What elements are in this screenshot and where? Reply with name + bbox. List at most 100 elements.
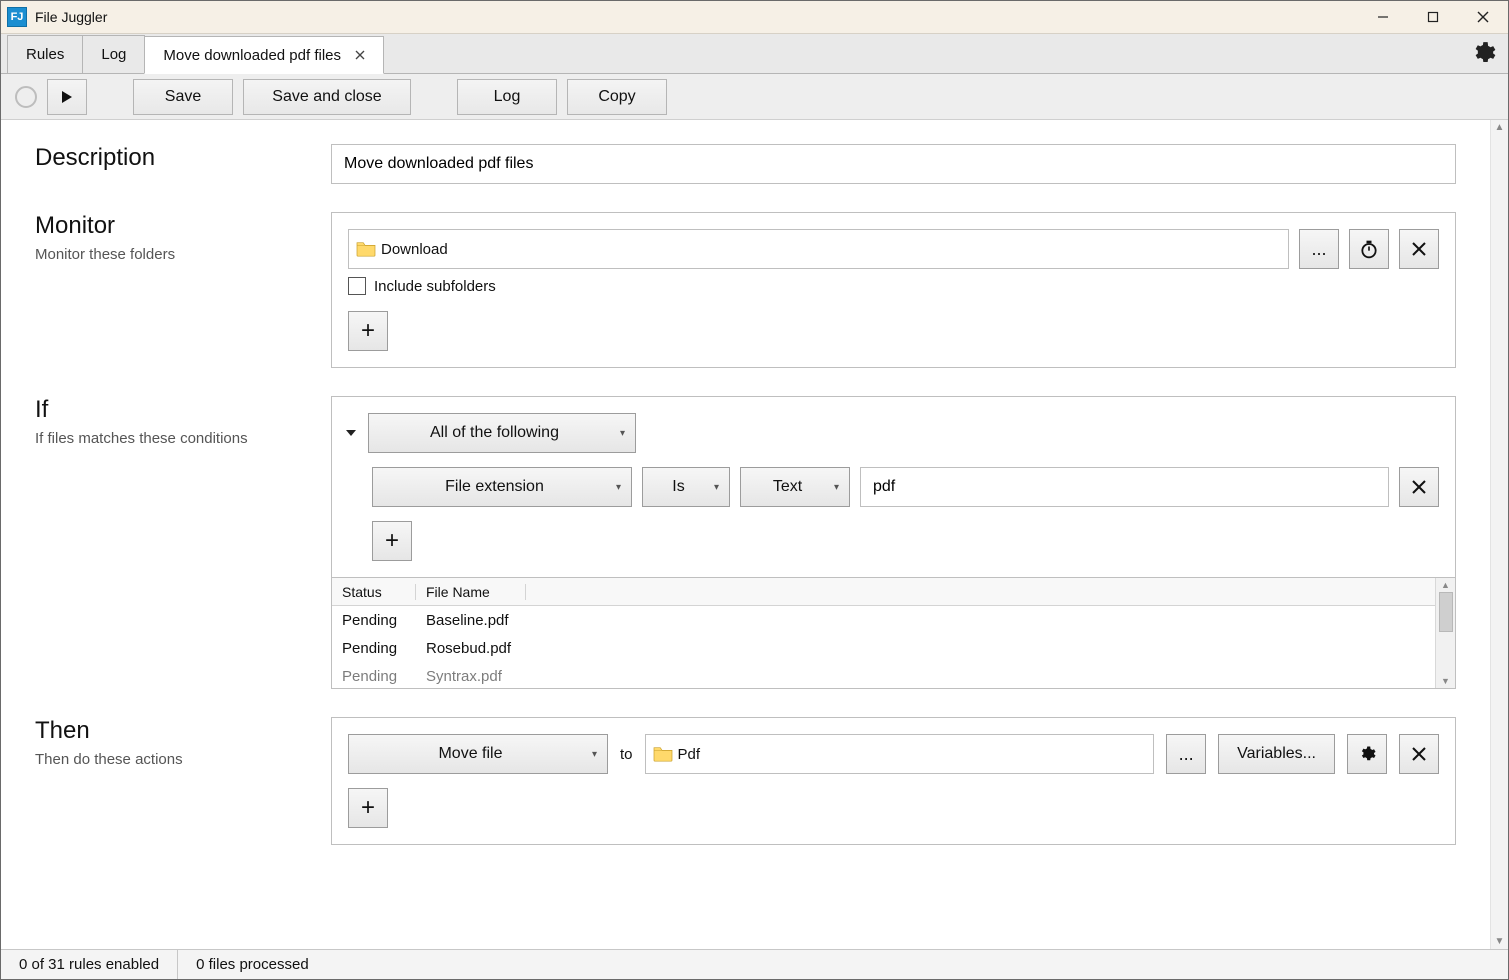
condition-op-dropdown[interactable]: Is ▾ [642, 467, 730, 507]
if-heading: If [35, 396, 331, 424]
description-labelcol: Description [35, 144, 331, 184]
match-mode-dropdown[interactable]: All of the following ▾ [368, 413, 636, 453]
stopwatch-icon [1359, 239, 1379, 259]
save-close-button[interactable]: Save and close [243, 79, 411, 115]
then-labelcol: Then Then do these actions [35, 717, 331, 845]
action-settings-button[interactable] [1347, 734, 1387, 774]
content-scrollbar[interactable]: ▲ ▼ [1490, 120, 1508, 949]
if-top-line: All of the following ▾ [348, 413, 1439, 453]
list-item[interactable]: Pending Baseline.pdf [332, 606, 1435, 634]
description-body [331, 144, 1456, 184]
close-icon [1477, 11, 1489, 23]
monitor-heading: Monitor [35, 212, 331, 240]
include-subfolders-label: Include subfolders [374, 278, 496, 295]
close-button[interactable] [1458, 1, 1508, 34]
scroll-up-icon: ▲ [1441, 580, 1450, 590]
destination-input[interactable]: Pdf [645, 734, 1155, 774]
plus-icon: + [361, 796, 375, 820]
status-rules: 0 of 31 rules enabled [1, 950, 178, 979]
content-inner: Description Monitor Monitor these folder… [1, 120, 1490, 949]
section-if: If If files matches these conditions All… [35, 396, 1456, 689]
tab-strip: Rules Log Move downloaded pdf files [1, 34, 1508, 74]
action-add-button[interactable]: + [348, 788, 388, 828]
ellipsis-icon: ... [1179, 744, 1194, 765]
chevron-down-icon: ▾ [834, 482, 839, 493]
close-icon [355, 50, 365, 60]
chevron-down-icon: ▾ [620, 428, 625, 439]
destination-browse-button[interactable]: ... [1166, 734, 1206, 774]
app-window: FJ File Juggler Rules Log Move downloade… [0, 0, 1509, 980]
scroll-thumb[interactable] [1439, 592, 1453, 632]
save-close-label: Save and close [272, 88, 381, 106]
monitor-browse-button[interactable]: ... [1299, 229, 1339, 269]
filename-cell: Baseline.pdf [416, 612, 509, 629]
variables-button[interactable]: Variables... [1218, 734, 1335, 774]
condition-add-button[interactable]: + [372, 521, 412, 561]
monitor-schedule-button[interactable] [1349, 229, 1389, 269]
condition-value-input[interactable] [860, 467, 1389, 507]
scroll-up-icon: ▲ [1493, 120, 1507, 135]
condition-field-label: File extension [383, 478, 606, 496]
action-remove-button[interactable] [1399, 734, 1439, 774]
status-cell: Pending [332, 612, 416, 629]
status-bar: 0 of 31 rules enabled 0 files processed [1, 949, 1508, 979]
include-subfolders-checkbox[interactable] [348, 277, 366, 295]
status-files: 0 files processed [178, 950, 327, 979]
close-icon [1412, 242, 1426, 256]
description-heading: Description [35, 144, 331, 172]
monitor-add-button[interactable]: + [348, 311, 388, 351]
action-dropdown[interactable]: Move file ▾ [348, 734, 608, 774]
close-icon [1412, 480, 1426, 494]
minimize-button[interactable] [1358, 1, 1408, 34]
condition-row: File extension ▾ Is ▾ Text ▾ [372, 467, 1439, 507]
save-button[interactable]: Save [133, 79, 233, 115]
copy-button[interactable]: Copy [567, 79, 667, 115]
if-labelcol: If If files matches these conditions [35, 396, 331, 689]
enable-toggle[interactable] [15, 86, 37, 108]
monitor-folder-input[interactable]: Download [348, 229, 1289, 269]
tab-rules[interactable]: Rules [7, 35, 83, 73]
plus-icon: + [361, 319, 375, 343]
monitor-folder-text: Download [381, 241, 448, 258]
chevron-down-icon: ▾ [616, 482, 621, 493]
condition-remove-button[interactable] [1399, 467, 1439, 507]
match-mode-label: All of the following [379, 424, 610, 442]
description-input[interactable] [331, 144, 1456, 184]
then-action-row: Move file ▾ to Pdf ... Variables... [348, 734, 1439, 774]
file-list-scrollbar[interactable]: ▲ ▼ [1435, 578, 1455, 688]
tab-close-button[interactable] [355, 50, 365, 60]
filename-cell: Rosebud.pdf [416, 640, 511, 657]
section-description: Description [35, 144, 1456, 184]
file-list-header: Status File Name [332, 578, 1435, 606]
settings-button[interactable] [1470, 40, 1496, 66]
condition-field-dropdown[interactable]: File extension ▾ [372, 467, 632, 507]
tab-rules-label: Rules [26, 46, 64, 63]
col-status-header[interactable]: Status [332, 584, 416, 600]
titlebar: FJ File Juggler [1, 1, 1508, 34]
list-item[interactable]: Pending Syntrax.pdf [332, 662, 1435, 688]
if-sub: If files matches these conditions [35, 430, 331, 447]
chevron-down-icon: ▾ [714, 482, 719, 493]
app-icon: FJ [7, 7, 27, 27]
maximize-button[interactable] [1408, 1, 1458, 34]
file-list-body: Status File Name Pending Baseline.pdf Pe… [332, 578, 1435, 688]
tab-log[interactable]: Log [82, 35, 145, 73]
condition-type-dropdown[interactable]: Text ▾ [740, 467, 850, 507]
filename-cell: Syntrax.pdf [416, 668, 502, 685]
plus-icon: + [385, 529, 399, 553]
chevron-down-icon: ▾ [592, 749, 597, 760]
maximize-icon [1427, 11, 1439, 23]
tab-active-rule[interactable]: Move downloaded pdf files [144, 36, 384, 74]
col-filename-header[interactable]: File Name [416, 584, 526, 600]
collapse-toggle[interactable] [346, 430, 356, 436]
run-button[interactable] [47, 79, 87, 115]
if-body: All of the following ▾ File extension ▾ … [331, 396, 1456, 689]
monitor-remove-button[interactable] [1399, 229, 1439, 269]
tab-log-label: Log [101, 46, 126, 63]
folder-icon [355, 240, 377, 258]
log-button[interactable]: Log [457, 79, 557, 115]
section-monitor: Monitor Monitor these folders Download .… [35, 212, 1456, 368]
list-item[interactable]: Pending Rosebud.pdf [332, 634, 1435, 662]
condition-op-label: Is [653, 478, 704, 496]
scroll-down-icon: ▼ [1493, 934, 1507, 949]
